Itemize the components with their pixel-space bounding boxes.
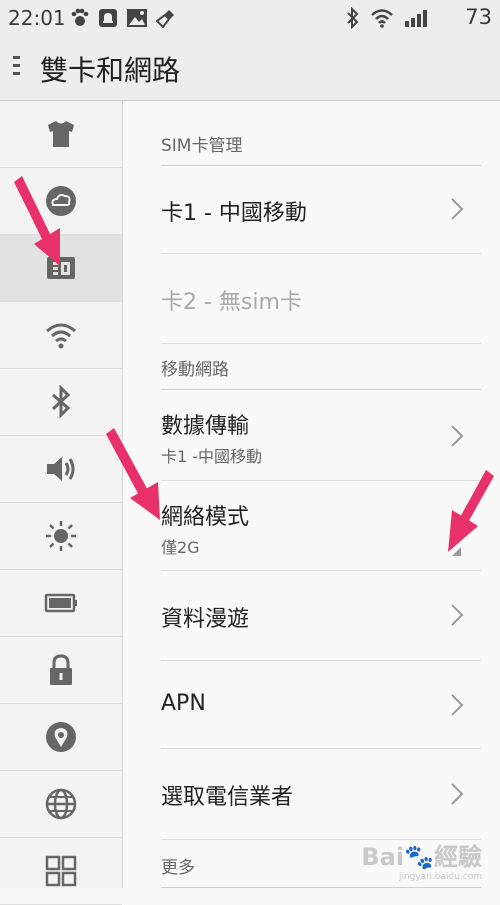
sidebar-item-display[interactable]	[0, 503, 122, 570]
section-title-sim: SIM卡管理	[161, 136, 243, 156]
sidebar-item-personalize[interactable]	[0, 101, 122, 168]
cloud-icon	[46, 186, 76, 216]
settings-content: SIM卡管理 卡1 - 中國移動 卡2 - 無sim卡 移動網路 數據傳輸 卡1…	[123, 101, 500, 888]
network-mode-title: 網絡模式	[161, 505, 250, 530]
sidebar-item-language[interactable]	[0, 771, 122, 838]
sim2-row: 卡2 - 無sim卡	[161, 254, 481, 344]
sidebar-item-battery[interactable]	[0, 570, 122, 637]
dropdown-triangle-icon	[452, 547, 461, 556]
sidebar-item-wifi[interactable]	[0, 302, 122, 369]
watermark-text: Bai	[361, 843, 405, 871]
broom-icon	[156, 10, 174, 28]
sidebar-item-bluetooth[interactable]	[0, 369, 122, 436]
chevron-right-icon	[451, 198, 464, 220]
sidebar-item-apps[interactable]	[0, 838, 122, 905]
watermark-text2: 經驗	[434, 843, 482, 871]
wifi-icon	[371, 9, 393, 28]
battery-level: 73	[465, 5, 492, 29]
lock-icon	[50, 654, 72, 685]
signal-icon	[405, 10, 427, 27]
chevron-right-icon	[451, 694, 464, 716]
data-roaming-label: 資料漫遊	[161, 607, 250, 632]
apn-row[interactable]: APN	[161, 661, 481, 749]
menu-handle-icon[interactable]	[13, 56, 21, 80]
network-mode-row[interactable]: 網絡模式 僅2G	[161, 481, 481, 571]
sidebar-item-dual-sim[interactable]	[0, 235, 122, 302]
sidebar-item-cloud[interactable]	[0, 168, 122, 235]
status-time: 22:01	[8, 6, 66, 30]
section-title-more: 更多	[161, 858, 195, 878]
apn-label: APN	[161, 691, 206, 716]
app-bar: 雙卡和網路	[0, 36, 500, 102]
speaker-icon	[47, 457, 75, 481]
sidebar-item-location[interactable]	[0, 704, 122, 771]
wifi-icon	[46, 323, 76, 349]
bluetooth-icon	[51, 385, 71, 419]
sim1-label: 卡1 - 中國移動	[161, 201, 307, 226]
settings-category-sidebar	[0, 101, 123, 905]
section-header-mobile: 移動網路	[161, 333, 481, 390]
carrier-select-label: 選取電信業者	[161, 785, 294, 810]
sidebar-item-sound[interactable]	[0, 436, 122, 503]
location-icon	[46, 722, 76, 752]
shirt-icon	[48, 121, 74, 147]
status-bar: 22:01 73	[0, 0, 500, 36]
chevron-right-icon	[451, 604, 464, 626]
paw-icon: 🐾	[404, 843, 434, 871]
image-icon	[127, 9, 147, 27]
baidu-watermark: Bai🐾經驗 jingyan.baidu.com	[361, 837, 482, 882]
data-transfer-subtitle: 卡1 -中國移動	[161, 447, 263, 466]
paw-icon	[71, 8, 89, 26]
data-roaming-row[interactable]: 資料漫遊	[161, 571, 481, 661]
data-transfer-row[interactable]: 數據傳輸 卡1 -中國移動	[161, 390, 481, 481]
section-header-sim: SIM卡管理	[161, 109, 481, 166]
apps-grid-icon	[45, 855, 77, 887]
chevron-right-icon	[451, 425, 464, 447]
watermark-url: jingyan.baidu.com	[398, 872, 482, 882]
globe-icon	[45, 788, 77, 820]
sim2-label: 卡2 - 無sim卡	[161, 290, 302, 315]
sidebar-item-security[interactable]	[0, 637, 122, 704]
brightness-icon	[46, 521, 76, 551]
carrier-select-row[interactable]: 選取電信業者	[161, 749, 481, 840]
sim-card-icon	[47, 257, 75, 279]
sim1-row[interactable]: 卡1 - 中國移動	[161, 165, 481, 254]
notification-icon	[99, 9, 117, 27]
chevron-right-icon	[451, 783, 464, 805]
data-transfer-title: 數據傳輸	[161, 414, 250, 439]
battery-icon	[44, 593, 77, 613]
bluetooth-icon	[347, 7, 359, 29]
network-mode-subtitle: 僅2G	[161, 538, 200, 557]
page-title: 雙卡和網路	[40, 54, 181, 87]
section-title-mobile: 移動網路	[161, 360, 229, 380]
